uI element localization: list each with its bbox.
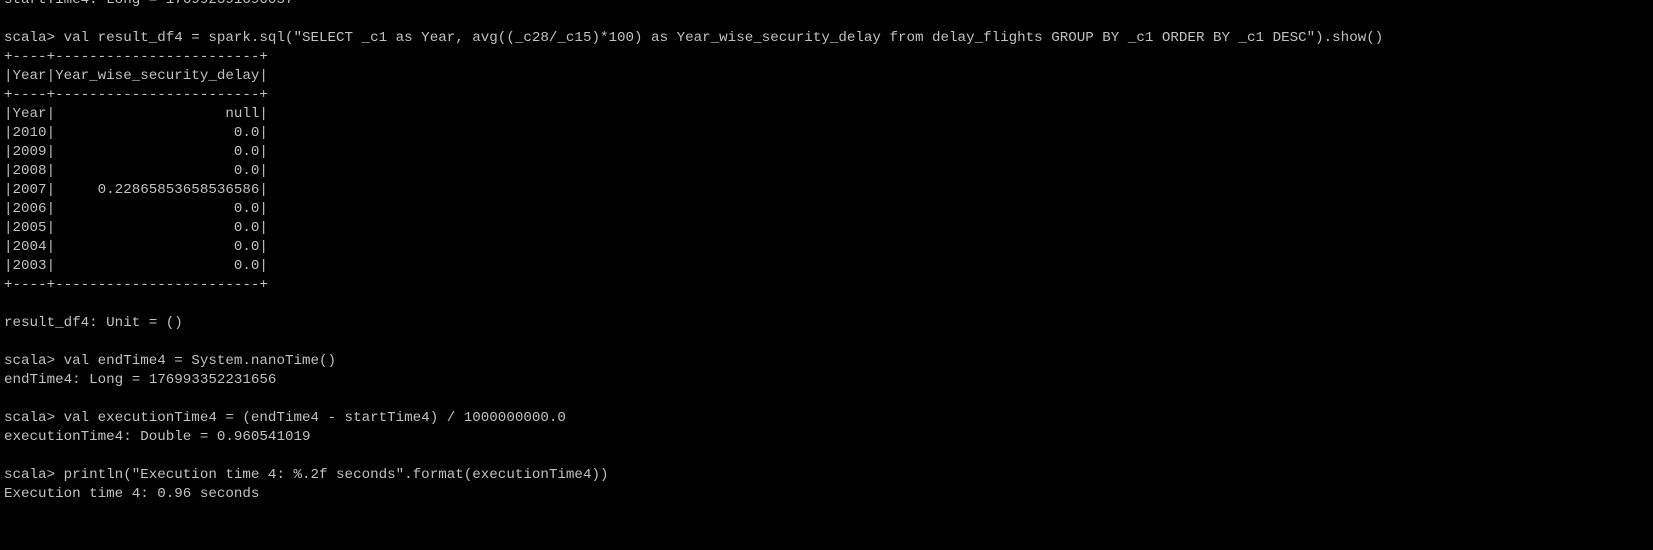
output-line-start-time: startTime4: Long = 176992391090057 [4, 0, 294, 8]
command-line-query: scala> val result_df4 = spark.sql("SELEC… [4, 30, 1384, 46]
command-line-execution-time: scala> val executionTime4 = (endTime4 - … [4, 410, 566, 426]
output-line-end-time: endTime4: Long = 176993352231656 [4, 372, 277, 388]
table-row: |Year| null| [4, 106, 268, 122]
table-row: |2009| 0.0| [4, 144, 268, 160]
command-line-end-time: scala> val endTime4 = System.nanoTime() [4, 353, 337, 369]
output-line-println: Execution time 4: 0.96 seconds [4, 486, 260, 502]
table-row: |2007| 0.22865853658536586| [4, 182, 268, 198]
table-row: |2004| 0.0| [4, 239, 268, 255]
output-line-execution-time: executionTime4: Double = 0.960541019 [4, 429, 311, 445]
table-row: |2005| 0.0| [4, 220, 268, 236]
table-row: |2003| 0.0| [4, 258, 268, 274]
table-border-bottom: +----+------------------------+ [4, 277, 268, 293]
terminal-output: startTime4: Long = 176992391090057 scala… [4, 0, 1383, 504]
command-line-println: scala> println("Execution time 4: %.2f s… [4, 467, 609, 483]
terminal-window[interactable]: startTime4: Long = 176992391090057 scala… [0, 0, 1653, 550]
table-border-top: +----+------------------------+ [4, 49, 268, 65]
table-row: |2006| 0.0| [4, 201, 268, 217]
table-row: |2010| 0.0| [4, 125, 268, 141]
table-header: |Year|Year_wise_security_delay| [4, 68, 268, 84]
table-row: |2008| 0.0| [4, 163, 268, 179]
output-line-result: result_df4: Unit = () [4, 315, 183, 331]
table-border-header: +----+------------------------+ [4, 87, 268, 103]
